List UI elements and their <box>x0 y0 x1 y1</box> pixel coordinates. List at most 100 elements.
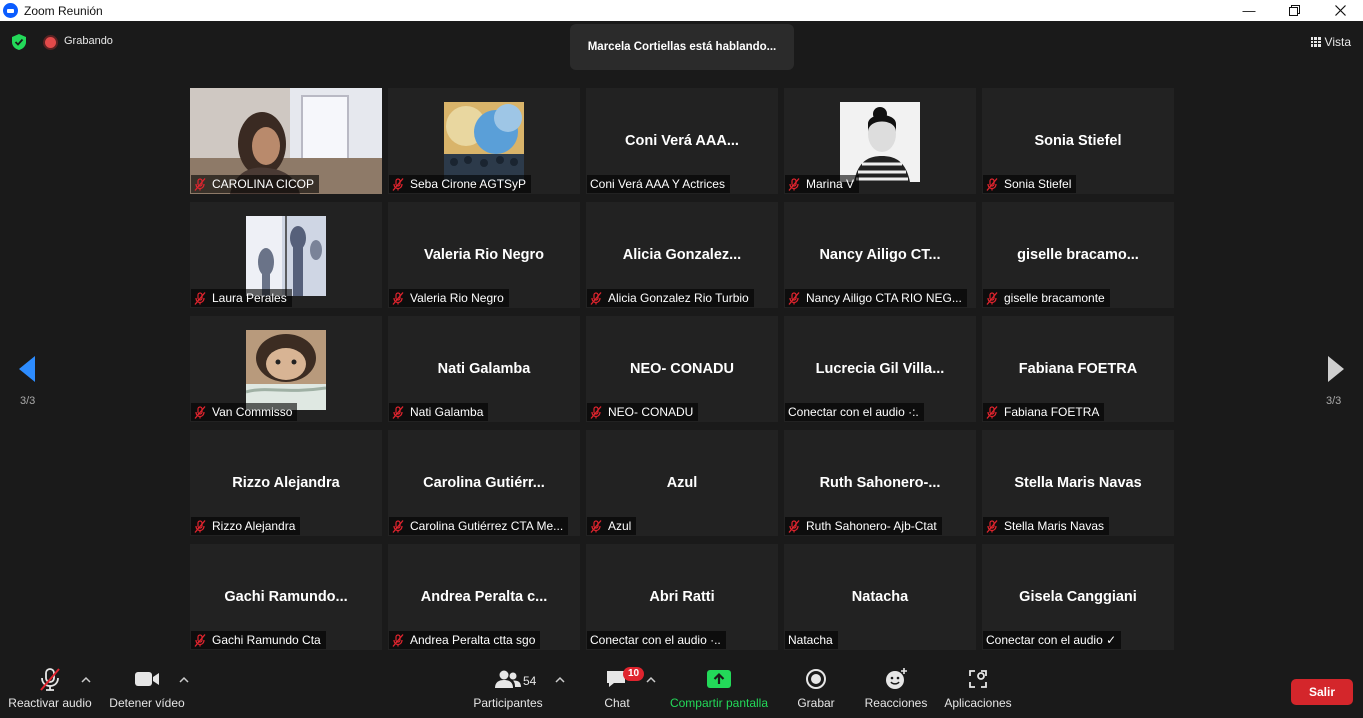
participant-gallery: CAROLINA CICOP Seba Cirone AGTSyP Coni Ver… <box>190 88 1174 654</box>
muted-mic-icon <box>788 291 800 305</box>
page-indicator-right: 3/3 <box>1326 395 1342 407</box>
participant-tile[interactable]: Stella Maris Navas Stella Maris Navas <box>982 430 1174 536</box>
participant-tile[interactable]: Natacha Natacha <box>784 544 976 650</box>
apps-button[interactable]: Aplicaciones <box>942 662 1014 718</box>
participant-avatar-image <box>246 330 326 410</box>
participants-options-chevron-up-icon[interactable] <box>555 676 565 684</box>
participant-name: Stella Maris Navas <box>1004 519 1105 533</box>
next-page-arrow-icon[interactable] <box>1327 355 1345 383</box>
participant-name-label: Sonia Stiefel <box>983 175 1077 193</box>
participant-tile[interactable]: Rizzo Alejandra Rizzo Alejandra <box>190 430 382 536</box>
participant-display-name: Azul <box>666 475 698 491</box>
participant-name: Carolina Gutiérrez CTA Me... <box>410 519 564 533</box>
participant-tile[interactable]: Van Commisso <box>190 316 382 422</box>
participant-tile[interactable]: Gachi Ramundo... Gachi Ramundo Cta <box>190 544 382 650</box>
close-icon[interactable] <box>1317 0 1363 21</box>
security-shield-icon[interactable] <box>12 34 26 50</box>
zoom-logo-icon <box>3 3 18 18</box>
participant-tile[interactable]: Gisela Canggiani Conectar con el audio ✓ <box>982 544 1174 650</box>
muted-mic-icon <box>788 519 800 533</box>
active-speaker-banner: Marcela Cortiellas está hablando... <box>570 24 794 70</box>
participant-tile[interactable]: Ruth Sahonero-... Ruth Sahonero- Ajb-Ctat <box>784 430 976 536</box>
recording-status[interactable]: Grabando <box>64 35 113 47</box>
record-button[interactable]: Grabar <box>792 662 840 718</box>
participant-name-label: Conectar con el audio ·.. <box>587 631 726 649</box>
participant-display-name: Gachi Ramundo... <box>224 589 348 605</box>
participant-tile[interactable]: Coni Verá AAA... Coni Verá AAA Y Actrices <box>586 88 778 194</box>
stop-video-button[interactable]: Detener vídeo <box>106 662 188 718</box>
chat-button[interactable]: 10 Chat <box>597 662 645 718</box>
chat-unread-badge: 10 <box>623 667 645 681</box>
participant-name: Coni Verá AAA Y Actrices <box>590 177 725 191</box>
stop-video-label: Detener vídeo <box>109 696 185 710</box>
participants-button[interactable]: Participantes <box>468 662 548 718</box>
participant-tile[interactable]: Abri Ratti Conectar con el audio ·.. <box>586 544 778 650</box>
participant-name: Nati Galamba <box>410 405 484 419</box>
participant-name-label: giselle bracamonte <box>983 289 1110 307</box>
participant-display-name: Lucrecia Gil Villa... <box>815 361 945 377</box>
chat-options-chevron-up-icon[interactable] <box>646 676 656 684</box>
participant-display-name: NEO- CONADU <box>630 361 734 377</box>
participants-label: Participantes <box>473 696 543 710</box>
participant-tile[interactable]: Lucrecia Gil Villa... Conectar con el aud… <box>784 316 976 422</box>
title-bar: Zoom Reunión — <box>0 0 1363 21</box>
window-title: Zoom Reunión <box>24 3 103 18</box>
leave-meeting-button[interactable]: Salir <box>1291 679 1353 705</box>
participant-tile[interactable]: Nancy Ailigo CT... Nancy Ailigo CTA RIO N… <box>784 202 976 308</box>
participant-tile[interactable]: CAROLINA CICOP <box>190 88 382 194</box>
participant-display-name: Andrea Peralta c... <box>420 589 548 605</box>
muted-mic-icon <box>986 177 998 191</box>
participant-name: CAROLINA CICOP <box>212 177 315 191</box>
view-button[interactable]: Vista <box>1310 35 1351 49</box>
participant-tile[interactable]: Andrea Peralta c... Andrea Peralta ctta s… <box>388 544 580 650</box>
unmute-audio-button[interactable]: Reactivar audio <box>8 662 92 718</box>
participant-name-label: Van Commisso <box>191 403 298 421</box>
participant-tile[interactable]: Carolina Gutiérr... Carolina Gutiérrez CT… <box>388 430 580 536</box>
participant-tile[interactable]: Valeria Rio Negro Valeria Rio Negro <box>388 202 580 308</box>
participant-name: Conectar con el audio ·:. <box>788 405 919 419</box>
participant-name: Fabiana FOETRA <box>1004 405 1100 419</box>
participant-name: Ruth Sahonero- Ajb-Ctat <box>806 519 937 533</box>
participant-name-label: Conectar con el audio ✓ <box>983 631 1122 649</box>
share-screen-label: Compartir pantalla <box>669 696 769 710</box>
participant-name-label: NEO- CONADU <box>587 403 699 421</box>
participant-tile[interactable]: Marina V <box>784 88 976 194</box>
participant-display-name: Carolina Gutiérr... <box>423 475 545 491</box>
participant-name-label: Seba Cirone AGTSyP <box>389 175 532 193</box>
participant-name-label: Laura Perales <box>191 289 292 307</box>
muted-mic-icon <box>194 405 206 419</box>
share-screen-button[interactable]: Compartir pantalla <box>666 662 772 718</box>
participant-tile[interactable]: Azul Azul <box>586 430 778 536</box>
participant-display-name: Valeria Rio Negro <box>423 247 545 263</box>
participant-name: Conectar con el audio ·.. <box>590 633 721 647</box>
participant-display-name: Coni Verá AAA... <box>625 133 739 149</box>
record-label: Grabar <box>797 696 835 710</box>
participant-name: Alicia Gonzalez Rio Turbio <box>608 291 749 305</box>
participant-tile[interactable]: Nati Galamba Nati Galamba <box>388 316 580 422</box>
participant-name: Van Commisso <box>212 405 293 419</box>
muted-mic-icon <box>392 291 404 305</box>
reactions-button[interactable]: Reacciones <box>862 662 930 718</box>
participant-name-label: Conectar con el audio ·:. <box>785 403 924 421</box>
participant-tile[interactable]: Alicia Gonzalez... Alicia Gonzalez Rio Tu… <box>586 202 778 308</box>
participant-tile[interactable]: NEO- CONADU NEO- CONADU <box>586 316 778 422</box>
participant-name-label: Nancy Ailigo CTA RIO NEG... <box>785 289 967 307</box>
participant-tile[interactable]: Laura Perales <box>190 202 382 308</box>
participant-tile[interactable]: Seba Cirone AGTSyP <box>388 88 580 194</box>
muted-mic-icon <box>788 177 800 191</box>
participant-name: Azul <box>608 519 632 533</box>
minimize-icon[interactable]: — <box>1226 0 1272 21</box>
video-options-chevron-up-icon[interactable] <box>179 676 189 684</box>
participant-tile[interactable]: giselle bracamo... giselle bracamonte <box>982 202 1174 308</box>
restore-icon[interactable] <box>1271 0 1317 21</box>
recording-dot-icon <box>45 37 56 48</box>
participant-display-name: Alicia Gonzalez... <box>622 247 742 263</box>
participant-tile[interactable]: Sonia Stiefel Sonia Stiefel <box>982 88 1174 194</box>
participants-icon <box>495 670 521 688</box>
muted-mic-icon <box>194 519 206 533</box>
participant-name: NEO- CONADU <box>608 405 694 419</box>
audio-options-chevron-up-icon[interactable] <box>81 676 91 684</box>
participant-name: Andrea Peralta ctta sgo <box>410 633 536 647</box>
previous-page-arrow-icon[interactable] <box>18 355 36 383</box>
participant-tile[interactable]: Fabiana FOETRA Fabiana FOETRA <box>982 316 1174 422</box>
